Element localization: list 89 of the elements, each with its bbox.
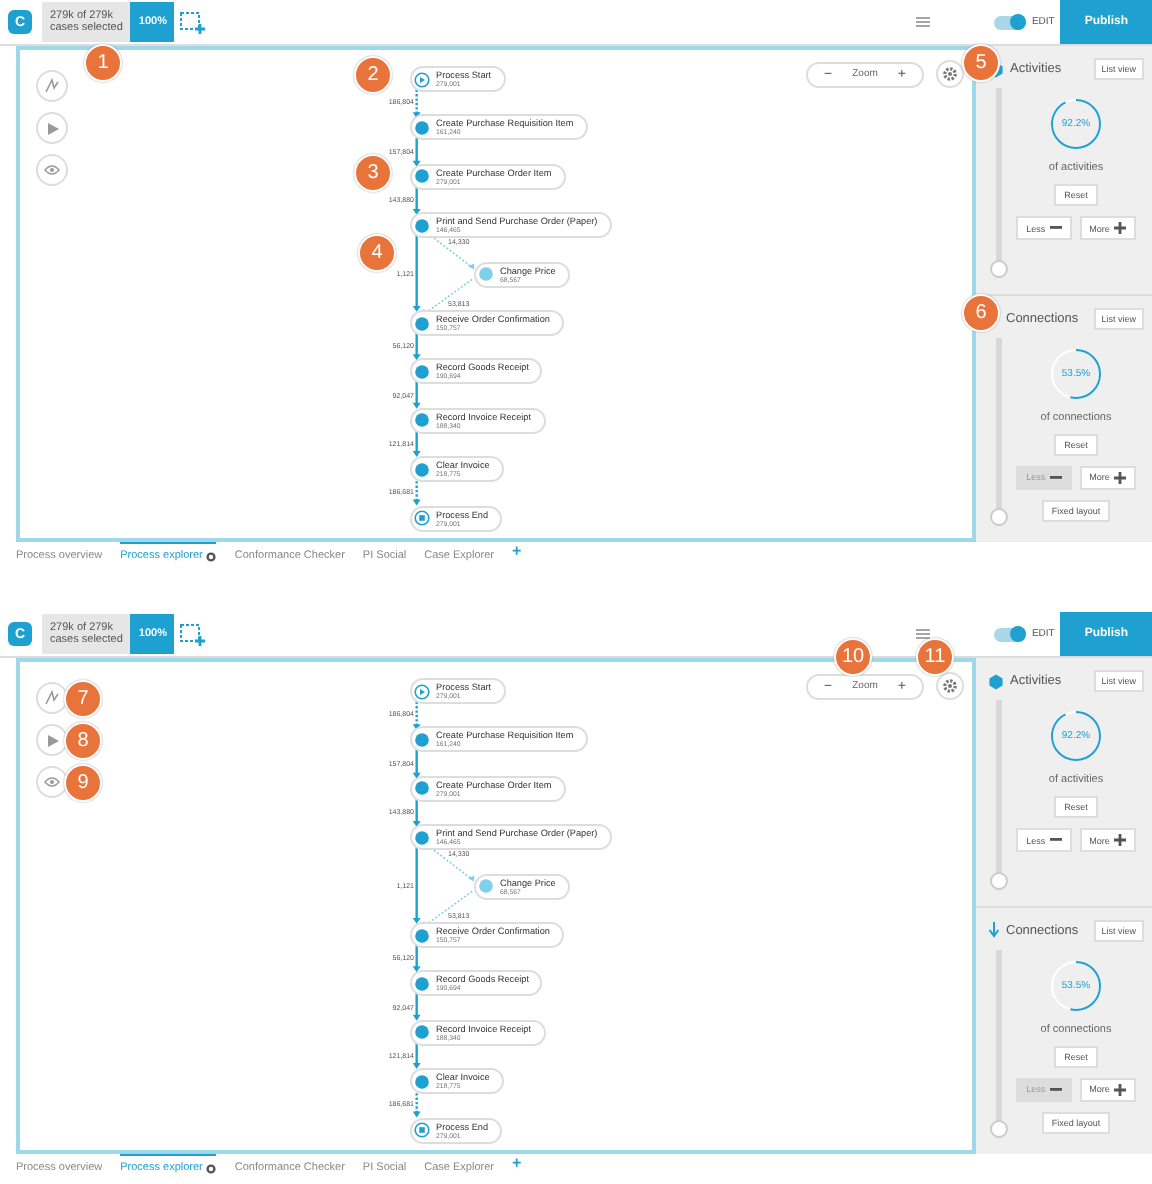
sparkle-icon (44, 78, 60, 94)
slider-thumb[interactable] (990, 259, 1008, 277)
eye-icon (44, 164, 60, 176)
minus-icon (1049, 838, 1062, 842)
connection-arrow (412, 992, 421, 1021)
progress-ring (1048, 708, 1104, 764)
arrow-down-icon (988, 922, 1000, 938)
callout-badge: 8 (64, 722, 102, 760)
settings-icon (942, 66, 958, 82)
callout-badge: 7 (64, 680, 102, 718)
tool-button[interactable] (36, 682, 68, 714)
settings-icon (942, 678, 958, 694)
terminal-node-icon (414, 683, 430, 699)
activity-dot-icon (414, 829, 430, 846)
activity-dot-icon (414, 1073, 430, 1090)
terminal-node-icon (414, 71, 430, 87)
callout-badge: 6 (962, 293, 1000, 331)
play-icon (45, 121, 59, 135)
connection-arrow (412, 331, 421, 361)
settings-icon (206, 551, 217, 561)
edit-toggle[interactable] (993, 627, 1026, 641)
selection-add-icon[interactable] (180, 11, 207, 33)
connection-arrow (412, 138, 421, 167)
plus-icon (1113, 471, 1126, 483)
terminal-node-icon (414, 1122, 430, 1139)
activity-dot-icon (414, 1024, 430, 1041)
menu-icon[interactable] (915, 628, 930, 640)
settings-button[interactable] (936, 60, 964, 88)
tool-button[interactable] (36, 70, 68, 102)
connection-arrow (412, 701, 421, 731)
connection-arrow (412, 476, 421, 506)
connection-arrow (412, 186, 421, 216)
slider-track[interactable] (990, 949, 1008, 1138)
activity-dot-icon (414, 315, 430, 331)
activity-dot-icon (414, 975, 430, 992)
connection-arrow (412, 943, 421, 973)
plus-icon (1113, 834, 1126, 846)
connection-arrow (412, 1040, 421, 1070)
slider-thumb[interactable] (990, 871, 1008, 889)
connection-arrow (412, 89, 421, 119)
sparkle-icon (44, 690, 60, 706)
callout-badge: 4 (358, 233, 396, 272)
progress-ring (1048, 345, 1104, 401)
activity-dot-icon (414, 363, 430, 380)
connection-arrow (412, 750, 421, 779)
minus-icon (1049, 475, 1062, 479)
hexagon-icon (988, 673, 1004, 689)
minus-icon (1049, 1087, 1062, 1091)
edit-toggle[interactable] (993, 15, 1026, 29)
activity-dot-icon (478, 266, 494, 283)
activity-dot-icon (414, 927, 430, 943)
tool-button[interactable] (36, 112, 68, 144)
connection-arrow (412, 380, 421, 409)
activity-dot-icon (478, 878, 494, 895)
connection-arrow (412, 1088, 421, 1118)
settings-icon (206, 1163, 217, 1173)
eye-icon (44, 776, 60, 788)
activity-dot-icon (414, 780, 430, 797)
tool-button[interactable] (36, 724, 68, 756)
plus-icon (1113, 222, 1126, 234)
activity-dot-icon (414, 217, 430, 234)
callout-badge: 3 (354, 153, 392, 192)
progress-ring (1048, 957, 1104, 1013)
connection-arrow (412, 798, 421, 828)
slider-track[interactable] (990, 337, 1008, 526)
slider-track[interactable] (990, 88, 1008, 277)
slider-track[interactable] (990, 700, 1008, 889)
minus-icon (1049, 226, 1062, 230)
play-icon (45, 733, 59, 747)
activity-dot-icon (414, 731, 430, 748)
callout-badge: 9 (64, 764, 102, 802)
selection-add-icon[interactable] (180, 623, 207, 645)
slider-thumb[interactable] (990, 508, 1008, 526)
plus-icon (1113, 1083, 1126, 1095)
callout-badge: 2 (354, 56, 392, 94)
settings-button[interactable] (936, 672, 964, 700)
connection-arrow (412, 428, 421, 458)
callout-badge: 11 (916, 638, 954, 676)
activity-dot-icon (414, 168, 430, 185)
progress-ring (1048, 96, 1104, 152)
tool-button[interactable] (36, 154, 68, 186)
tool-button[interactable] (36, 766, 68, 798)
activity-dot-icon (414, 461, 430, 478)
callout-badge: 10 (834, 637, 873, 675)
activity-dot-icon (414, 119, 430, 136)
activity-dot-icon (414, 412, 430, 429)
terminal-node-icon (414, 510, 430, 527)
slider-thumb[interactable] (990, 1120, 1008, 1138)
menu-icon[interactable] (915, 16, 930, 28)
